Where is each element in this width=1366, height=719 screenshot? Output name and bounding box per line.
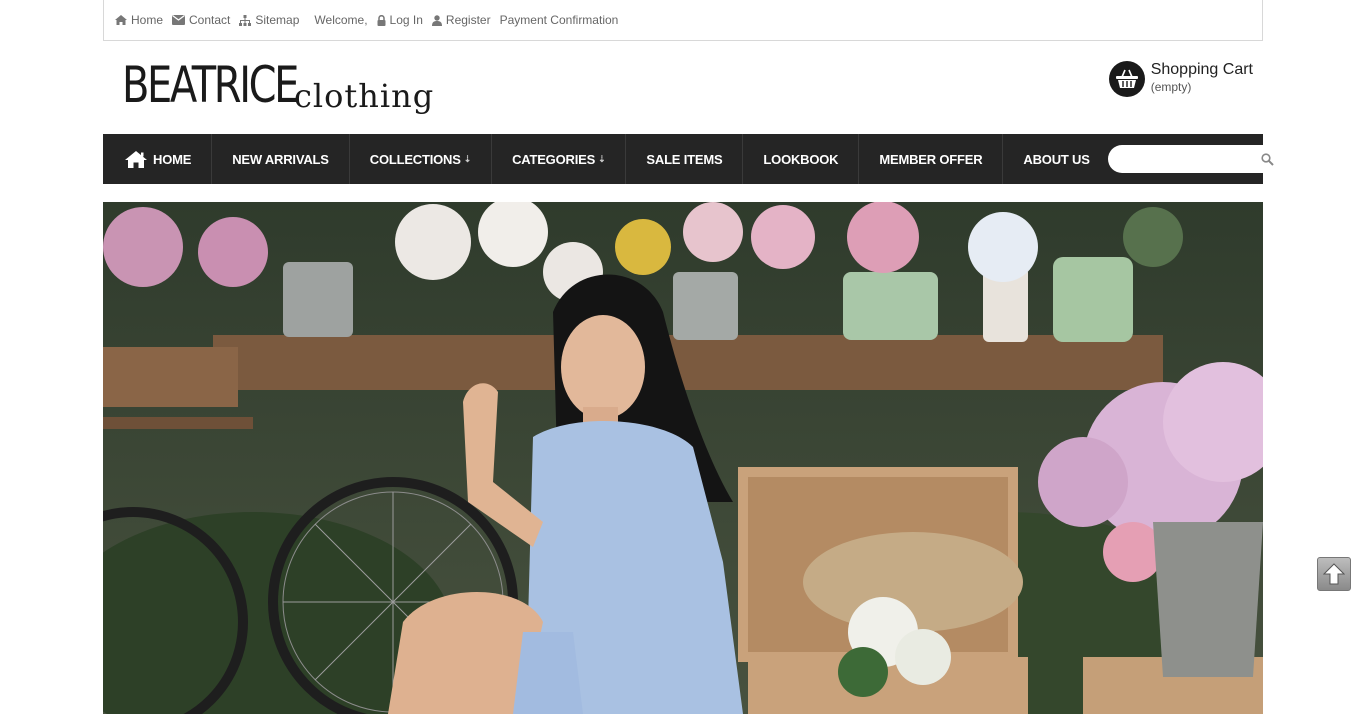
user-icon (431, 14, 442, 26)
search-input[interactable] (1119, 145, 1284, 173)
nav-categories[interactable]: CATEGORIES ⇣ (492, 134, 627, 184)
logo-main-text: BEATRICE (122, 56, 299, 114)
topbar-payment-link[interactable]: Payment Confirmation (500, 13, 619, 27)
envelope-icon (172, 15, 186, 25)
top-bar: Home Contact Sitemap Welcome, Log In Reg… (103, 0, 1263, 41)
topbar-contact-label: Contact (189, 13, 231, 27)
back-to-top-button[interactable] (1317, 557, 1351, 591)
welcome-text: Welcome, (314, 13, 368, 27)
nav-home-label: HOME (153, 151, 192, 167)
topbar-sitemap-link[interactable]: Sitemap (239, 13, 299, 27)
logo-sub-text: clothing (294, 77, 435, 115)
nav-sale-items[interactable]: SALE ITEMS (626, 134, 744, 184)
nav-sale-items-label: SALE ITEMS (646, 151, 723, 167)
search-box (1107, 145, 1284, 173)
topbar-contact-link[interactable]: Contact (172, 13, 230, 27)
cart-text: Shopping Cart (empty) (1151, 60, 1253, 94)
chevron-down-icon: ⇣ (463, 153, 472, 164)
nav-lookbook[interactable]: LOOKBOOK (743, 134, 860, 184)
shopping-cart[interactable]: Shopping Cart (empty) (1108, 60, 1253, 97)
search-icon[interactable] (1261, 153, 1274, 166)
nav-categories-label: CATEGORIES (512, 151, 596, 167)
nav-member-offer-label: MEMBER OFFER (879, 151, 983, 167)
nav-new-arrivals-label: NEW ARRIVALS (232, 151, 329, 167)
arrow-up-icon (1323, 563, 1345, 585)
home-icon (115, 15, 127, 25)
nav-lookbook-label: LOOKBOOK (763, 151, 839, 167)
topbar-home-label: Home (131, 13, 164, 27)
hero-banner[interactable] (103, 202, 1263, 714)
basket-icon (1108, 61, 1145, 97)
cart-status: (empty) (1150, 80, 1192, 94)
topbar-sitemap-label: Sitemap (255, 13, 300, 27)
nav-new-arrivals[interactable]: NEW ARRIVALS (212, 134, 350, 184)
topbar-home-link[interactable]: Home (115, 13, 163, 27)
nav-about-us-label: ABOUT US (1023, 151, 1090, 167)
nav-collections[interactable]: COLLECTIONS ⇣ (350, 134, 493, 184)
topbar-register-link[interactable]: Register (431, 13, 491, 27)
nav-collections-label: COLLECTIONS (369, 151, 461, 167)
site-header: BEATRICE clothing Shopping Cart (empty) (103, 41, 1263, 134)
hero-image (103, 202, 1263, 714)
cart-title: Shopping Cart (1150, 61, 1253, 78)
topbar-login-label: Log In (389, 13, 423, 27)
nav-member-offer[interactable]: MEMBER OFFER (859, 134, 1004, 184)
main-nav: HOME NEW ARRIVALS COLLECTIONS ⇣ CATEGORI… (103, 134, 1284, 184)
nav-home[interactable]: HOME (103, 134, 213, 184)
topbar-login-link[interactable]: Log In (377, 13, 423, 27)
chevron-down-icon: ⇣ (598, 153, 606, 164)
sitemap-icon (239, 14, 252, 26)
topbar-payment-label: Payment Confirmation (499, 13, 619, 27)
home-icon (125, 150, 147, 168)
lock-icon (377, 14, 386, 26)
site-logo[interactable]: BEATRICE clothing (122, 56, 435, 115)
nav-about-us[interactable]: ABOUT US (1003, 134, 1107, 184)
topbar-register-label: Register (445, 13, 491, 27)
